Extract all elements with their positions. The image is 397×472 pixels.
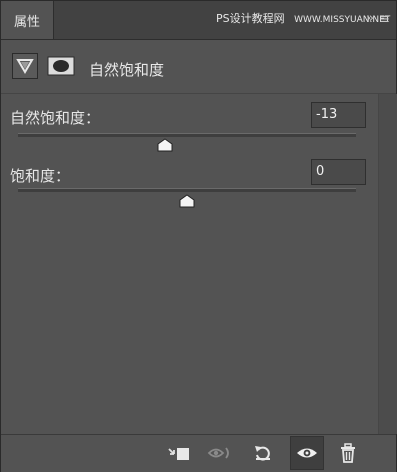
adjustment-title: 自然饱和度 (89, 61, 165, 79)
saturation-slider-thumb[interactable] (178, 194, 196, 208)
watermark-left: PS设计教程网 (216, 12, 285, 25)
watermark-text: PS设计教程网 WWW.MISSYUAN.NET (216, 10, 390, 26)
vibrance-slider-thumb[interactable] (156, 138, 174, 152)
vibrance-slider-track[interactable] (18, 133, 356, 137)
saturation-slider-track[interactable] (18, 188, 356, 192)
panel-scrollbar[interactable] (378, 94, 397, 434)
layer-mask-icon[interactable] (47, 56, 75, 76)
vibrance-value-field[interactable]: -13 (311, 102, 366, 128)
visibility-eye-icon[interactable] (290, 436, 324, 470)
collapse-panel-icon[interactable]: » (366, 11, 374, 26)
reset-icon[interactable] (249, 439, 277, 467)
trash-icon[interactable] (334, 439, 362, 467)
panel-menu-icon[interactable]: ≡ (379, 12, 390, 27)
panel-tab-bar: 属性 PS设计教程网 WWW.MISSYUAN.NET » ≡ (1, 1, 396, 40)
tab-properties[interactable]: 属性 (1, 1, 54, 39)
properties-panel: 属性 PS设计教程网 WWW.MISSYUAN.NET » ≡ 自然饱和度 自然… (0, 0, 397, 472)
header-divider (1, 93, 396, 94)
saturation-label: 饱和度： (10, 167, 71, 185)
saturation-value-field[interactable]: 0 (311, 159, 366, 185)
watermark-right: WWW.MISSYUAN.NET (294, 15, 391, 25)
vibrance-icon[interactable] (12, 53, 38, 79)
view-previous-state-icon[interactable] (206, 439, 234, 467)
vibrance-label: 自然饱和度： (10, 109, 101, 127)
clip-to-layer-icon[interactable] (165, 439, 193, 467)
